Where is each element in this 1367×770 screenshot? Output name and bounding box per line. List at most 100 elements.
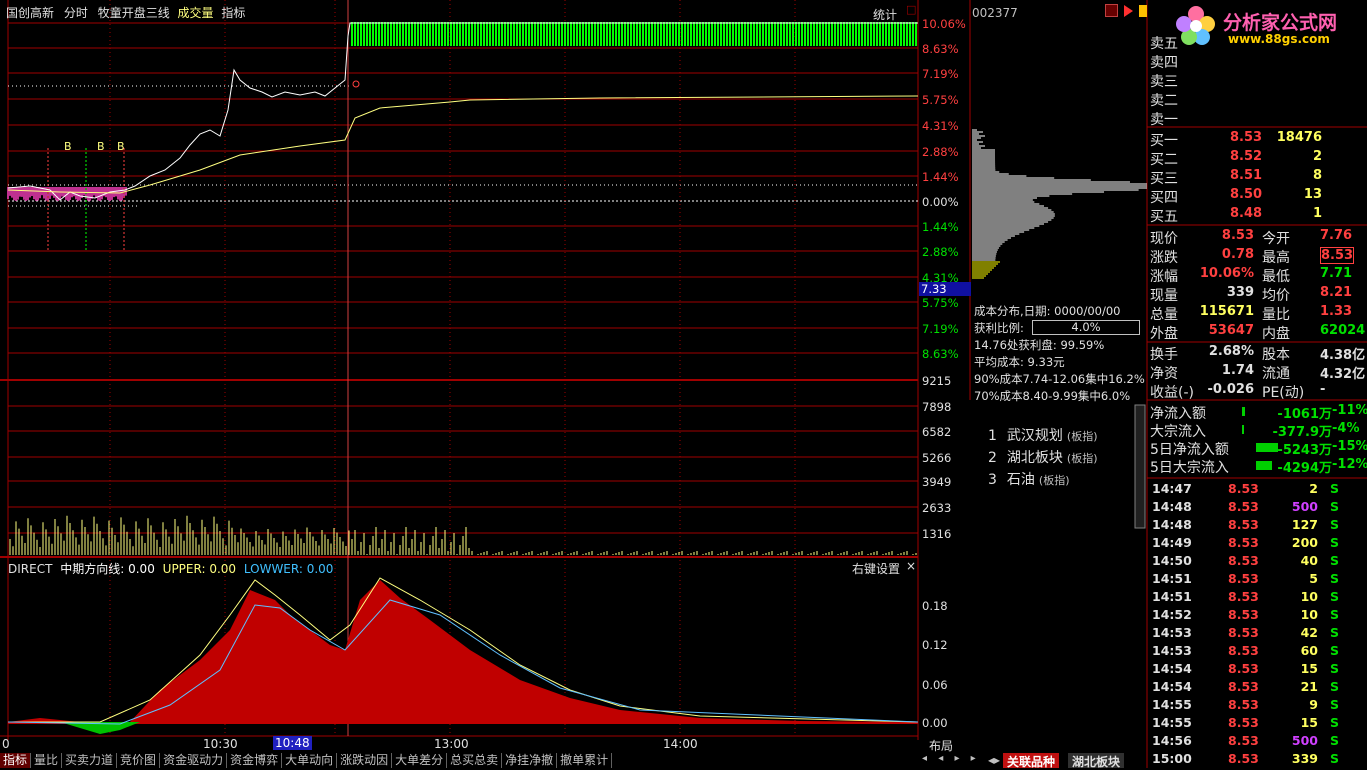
related-item[interactable]: 1 武汉规划 (板指)	[988, 425, 1098, 445]
tick-time: 14:48	[1152, 499, 1192, 514]
bottom-tab[interactable]: 竞价图	[117, 753, 161, 768]
bottom-tab[interactable]: 买卖力道	[62, 753, 118, 768]
tick-price: 8.53	[1228, 733, 1259, 748]
limit-up-bar	[693, 22, 695, 46]
flow-row: 大宗流入 -377.9万 -4%	[1150, 421, 1367, 440]
limit-up-bar	[561, 22, 563, 46]
limit-up-bar	[714, 22, 716, 46]
limit-up-bar	[759, 22, 761, 46]
volume-axis-label: 6582	[922, 425, 952, 439]
play-icon[interactable]	[1123, 5, 1133, 17]
related-item[interactable]: 2 湖北板块 (板指)	[988, 447, 1098, 467]
flag-icon[interactable]	[1138, 5, 1147, 17]
bottom-tab[interactable]: 资金博弈	[227, 753, 283, 768]
limit-up-bar	[492, 22, 494, 46]
limit-up-bar	[489, 22, 491, 46]
limit-up-bar	[516, 22, 518, 46]
tick-side: S	[1330, 499, 1340, 514]
indicator-area	[8, 580, 918, 724]
tick-volume: 500	[1291, 733, 1318, 748]
bottom-tab[interactable]: 资金驱动力	[160, 753, 228, 768]
limit-up-bar	[510, 22, 512, 46]
tick-side: S	[1330, 535, 1340, 550]
tab-intraday[interactable]: 分时	[64, 6, 88, 20]
limit-up-bar	[420, 22, 422, 46]
tick-side: S	[1330, 643, 1340, 658]
quote-value: 10.06%	[1199, 266, 1254, 281]
limit-up-bar	[384, 22, 386, 46]
limit-up-bar	[753, 22, 755, 46]
limit-up-bar	[396, 22, 398, 46]
indicator-axis-label: 0.12	[922, 638, 948, 652]
layout-button[interactable]: 布局	[929, 737, 953, 754]
buy-marker: B	[117, 140, 125, 153]
limit-up-bar	[555, 22, 557, 46]
bottom-tab[interactable]: 大单差分	[392, 753, 448, 768]
limit-up-bar	[636, 22, 638, 46]
first-icon[interactable]: ◂	[922, 753, 927, 764]
bottom-tab[interactable]: 量比	[31, 753, 63, 768]
limit-up-bar	[615, 22, 617, 46]
bid-price: 8.52	[1230, 149, 1263, 164]
tick-volume: 2	[1309, 481, 1318, 496]
bottom-tab[interactable]: 净挂净撤	[502, 753, 558, 768]
limit-up-bar	[360, 22, 362, 46]
limit-up-bar	[717, 22, 719, 46]
limit-up-bar	[459, 22, 461, 46]
next-icon[interactable]: ▸	[954, 753, 959, 764]
tab-scroll-arrows[interactable]: ◂ ◂ ▸ ▸	[922, 753, 976, 764]
limit-up-bar	[483, 22, 485, 46]
stock-name[interactable]: 国创高新	[6, 6, 54, 20]
tab-volume[interactable]: 成交量	[178, 6, 214, 20]
bottom-tab[interactable]: 撤单累计	[557, 753, 613, 768]
close-icon[interactable]: □	[906, 3, 916, 16]
avg-cost-line: 平均成本: 9.33元	[974, 355, 1065, 369]
limit-up-bar	[696, 22, 698, 46]
tab-hubei[interactable]: 湖北板块	[1068, 753, 1125, 769]
bottom-tab[interactable]: 涨跌动因	[337, 753, 393, 768]
bottom-tab[interactable]: 大单动向	[282, 753, 338, 768]
bid-volume: 2	[1312, 149, 1322, 164]
limit-up-bar	[726, 22, 728, 46]
tick-row: 14:53 8.53 60 S	[1150, 643, 1367, 661]
tick-volume: 200	[1291, 535, 1318, 550]
limit-up-bar	[864, 22, 866, 46]
cost-profit-line: 14.76处获利盘: 99.59%	[974, 338, 1105, 352]
limit-up-bar	[393, 22, 395, 46]
bottom-tab[interactable]: 总买总卖	[447, 753, 503, 768]
last-icon[interactable]: ▸	[971, 753, 976, 764]
limit-up-bar	[486, 22, 488, 46]
limit-up-bar	[897, 22, 899, 46]
limit-up-bar	[480, 22, 482, 46]
stats-button[interactable]: 统计	[873, 6, 897, 23]
tick-side: S	[1330, 733, 1340, 748]
limit-up-bar	[597, 22, 599, 46]
indicator-negative-area	[60, 722, 140, 734]
ask-row: 卖五	[1150, 33, 1367, 52]
bid-price: 8.51	[1230, 168, 1263, 183]
chart-icon[interactable]	[1105, 4, 1118, 17]
indicator-close-icon[interactable]: ×	[906, 559, 916, 573]
related-tag: (板指)	[1066, 452, 1098, 465]
limit-up-bar	[534, 22, 536, 46]
related-item[interactable]: 3 石油 (板指)	[988, 469, 1070, 489]
tick-row: 14:47 8.53 2 S	[1150, 481, 1367, 499]
limit-up-bar	[762, 22, 764, 46]
tab-indicator-name[interactable]: 牧童开盘三线	[98, 6, 170, 20]
limit-up-bar	[660, 22, 662, 46]
related-index: 3	[988, 472, 997, 488]
limit-up-bar	[639, 22, 641, 46]
indicator-settings[interactable]: 右键设置	[852, 560, 900, 577]
tab-related[interactable]: 关联品种	[1003, 753, 1060, 769]
limit-up-bar	[894, 22, 896, 46]
limit-up-bar	[594, 22, 596, 46]
tab-index[interactable]: 指标	[221, 6, 245, 20]
limit-up-bar	[381, 22, 383, 46]
limit-up-bar	[399, 22, 401, 46]
limit-up-bar	[654, 22, 656, 46]
quote-label: 涨跌	[1150, 250, 1178, 266]
right-tab-arrows[interactable]: ◂▸	[988, 753, 1000, 767]
tick-price: 8.53	[1228, 607, 1259, 622]
prev-icon[interactable]: ◂	[938, 753, 943, 764]
bottom-tab[interactable]: 指标	[0, 753, 32, 768]
